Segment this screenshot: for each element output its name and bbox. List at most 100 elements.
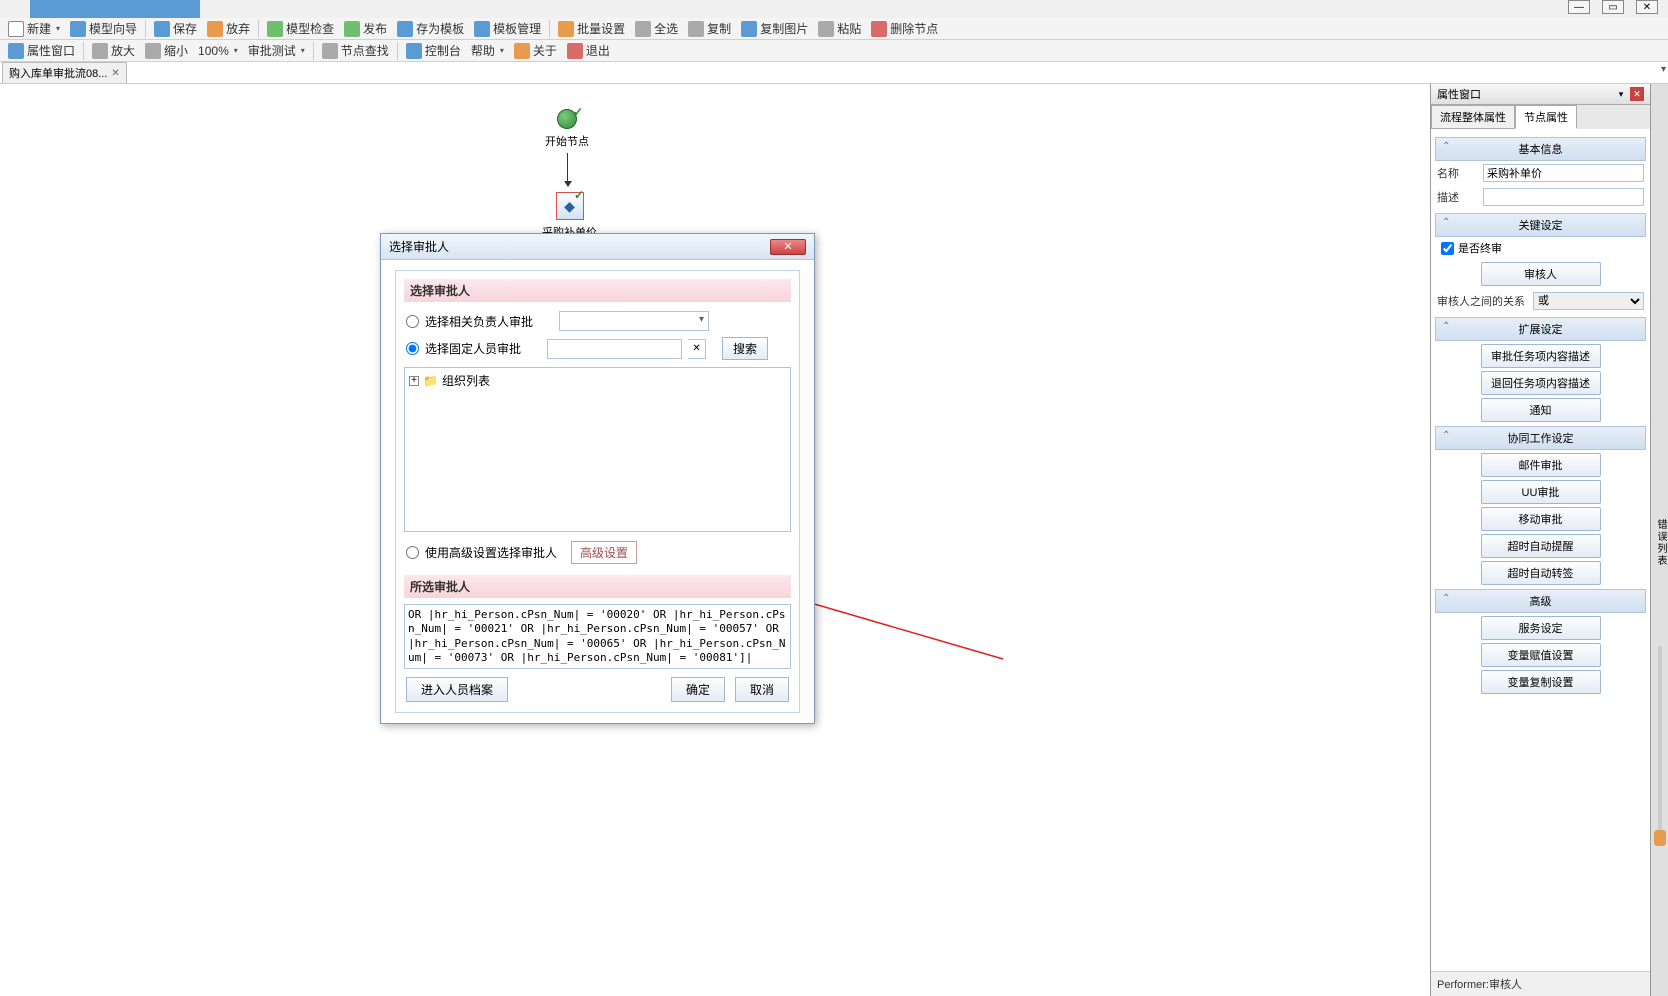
about-button[interactable]: 关于	[510, 40, 561, 61]
radio-related-label: 选择相关负责人审批	[425, 313, 533, 330]
advanced-settings-button[interactable]: 高级设置	[571, 541, 637, 564]
zoom-out-button[interactable]: 缩小	[141, 40, 192, 61]
description-input[interactable]	[1483, 188, 1644, 206]
start-node[interactable]: ✓ 开始节点	[545, 109, 589, 183]
zoom-percent-dropdown[interactable]: 100%▾	[194, 42, 242, 60]
flow-arrow-icon	[567, 153, 568, 183]
panel-dropdown-icon[interactable]: ▾	[1614, 87, 1628, 101]
var-assign-button[interactable]: 变量赋值设置	[1481, 643, 1601, 667]
tree-root-label: 组织列表	[442, 372, 490, 389]
clear-search-icon[interactable]: ✕	[688, 339, 706, 359]
template-mgr-label: 模板管理	[493, 20, 541, 37]
fixed-person-search-input[interactable]	[547, 339, 682, 359]
timeout-remind-button[interactable]: 超时自动提醒	[1481, 534, 1601, 558]
service-settings-button[interactable]: 服务设定	[1481, 616, 1601, 640]
properties-tabs: 流程整体属性 节点属性	[1431, 105, 1650, 129]
close-tab-icon[interactable]: ✕	[111, 68, 119, 79]
paste-label: 粘贴	[837, 20, 861, 37]
save-template-button[interactable]: 存为模板	[393, 18, 468, 39]
collapse-icon: ⌃	[1442, 321, 1450, 332]
document-tab[interactable]: 购入库单审批流08... ✕	[2, 62, 127, 83]
template-manager-button[interactable]: 模板管理	[470, 18, 545, 39]
new-button[interactable]: 新建▾	[4, 18, 64, 39]
properties-window-button[interactable]: 属性窗口	[4, 40, 79, 61]
approver-button[interactable]: 审核人	[1481, 262, 1601, 286]
label-name: 名称	[1437, 165, 1477, 181]
task-desc-button[interactable]: 审批任务项内容描述	[1481, 344, 1601, 368]
maximize-button[interactable]: ▭	[1602, 0, 1624, 14]
approver-relation-select[interactable]: 或	[1533, 292, 1644, 310]
copy-image-button[interactable]: 复制图片	[737, 18, 812, 39]
tab-node-props[interactable]: 节点属性	[1515, 105, 1577, 129]
search-button[interactable]: 搜索	[722, 337, 768, 360]
slider-thumb[interactable]	[1654, 830, 1666, 846]
copy-label: 复制	[707, 20, 731, 37]
collapse-icon: ⌃	[1442, 593, 1450, 604]
publish-button[interactable]: 发布	[340, 18, 391, 39]
timeout-forward-button[interactable]: 超时自动转签	[1481, 561, 1601, 585]
discard-button[interactable]: 放弃	[203, 18, 254, 39]
approval-test-button[interactable]: 审批测试▾	[244, 40, 309, 61]
zoom-in-button[interactable]: 放大	[88, 40, 139, 61]
exit-button[interactable]: 退出	[563, 40, 614, 61]
section-collab-settings[interactable]: ⌃协同工作设定	[1435, 426, 1646, 450]
window-title-bar: — ▭ ✕	[0, 0, 1668, 18]
mail-approval-button[interactable]: 邮件审批	[1481, 453, 1601, 477]
section-basic-info[interactable]: ⌃基本信息	[1435, 137, 1646, 161]
radio-advanced-label: 使用高级设置选择审批人	[425, 544, 557, 561]
console-button[interactable]: 控制台	[402, 40, 465, 61]
ok-button[interactable]: 确定	[671, 677, 725, 702]
section-extended-settings[interactable]: ⌃扩展设定	[1435, 317, 1646, 341]
discard-label: 放弃	[226, 20, 250, 37]
close-window-button[interactable]: ✕	[1636, 0, 1658, 14]
properties-panel-title: 属性窗口 ▾ ✕	[1431, 84, 1650, 105]
minimize-button[interactable]: —	[1568, 0, 1590, 14]
copy-img-label: 复制图片	[760, 20, 808, 37]
vertical-slider[interactable]	[1654, 646, 1666, 846]
tree-root-item[interactable]: + 📁 组织列表	[409, 372, 786, 389]
tree-expand-icon[interactable]: +	[409, 376, 419, 386]
tab-overflow-icon[interactable]: ▾	[1661, 64, 1666, 75]
save-template-label: 存为模板	[416, 20, 464, 37]
org-tree[interactable]: + 📁 组织列表	[404, 367, 791, 532]
mobile-approval-button[interactable]: 移动审批	[1481, 507, 1601, 531]
error-list-tab[interactable]: 错误列表	[1650, 84, 1668, 996]
tab-process-props[interactable]: 流程整体属性	[1431, 105, 1515, 129]
exit-label: 退出	[586, 42, 610, 59]
related-person-combo[interactable]	[559, 311, 709, 331]
collapse-icon: ⌃	[1442, 430, 1450, 441]
section-selected-approver: 所选审批人	[404, 575, 791, 598]
model-check-button[interactable]: 模型检查	[263, 18, 338, 39]
radio-fixed-person[interactable]	[406, 342, 419, 355]
selected-approver-expression[interactable]: OR |hr_hi_Person.cPsn_Num| = '00020' OR …	[404, 604, 791, 669]
section-advanced[interactable]: ⌃高级	[1435, 589, 1646, 613]
find-node-label: 节点查找	[341, 42, 389, 59]
collapse-icon: ⌃	[1442, 141, 1450, 152]
radio-advanced-settings[interactable]	[406, 546, 419, 559]
uu-approval-button[interactable]: UU审批	[1481, 480, 1601, 504]
section-key-settings[interactable]: ⌃关键设定	[1435, 213, 1646, 237]
paste-button[interactable]: 粘贴	[814, 18, 865, 39]
batch-settings-button[interactable]: 批量设置	[554, 18, 629, 39]
find-node-button[interactable]: 节点查找	[318, 40, 393, 61]
dialog-close-button[interactable]: ✕	[770, 239, 806, 255]
return-desc-button[interactable]: 退回任务项内容描述	[1481, 371, 1601, 395]
enter-archive-button[interactable]: 进入人员档案	[406, 677, 508, 702]
save-button[interactable]: 保存	[150, 18, 201, 39]
dialog-title-bar[interactable]: 选择审批人 ✕	[381, 234, 814, 260]
help-button[interactable]: 帮助▾	[467, 40, 508, 61]
var-copy-button[interactable]: 变量复制设置	[1481, 670, 1601, 694]
final-approval-checkbox[interactable]	[1441, 242, 1454, 255]
select-all-button[interactable]: 全选	[631, 18, 682, 39]
panel-title-label: 属性窗口	[1437, 86, 1481, 102]
radio-related-person[interactable]	[406, 315, 419, 328]
model-wizard-button[interactable]: 模型向导	[66, 18, 141, 39]
delete-node-button[interactable]: 删除节点	[867, 18, 942, 39]
name-input[interactable]	[1483, 164, 1644, 182]
new-label: 新建	[27, 20, 51, 37]
secondary-toolbar: 属性窗口 放大 缩小 100%▾ 审批测试▾ 节点查找 控制台 帮助▾ 关于 退…	[0, 40, 1668, 62]
cancel-button[interactable]: 取消	[735, 677, 789, 702]
notify-button[interactable]: 通知	[1481, 398, 1601, 422]
panel-close-icon[interactable]: ✕	[1630, 87, 1644, 101]
copy-button[interactable]: 复制	[684, 18, 735, 39]
